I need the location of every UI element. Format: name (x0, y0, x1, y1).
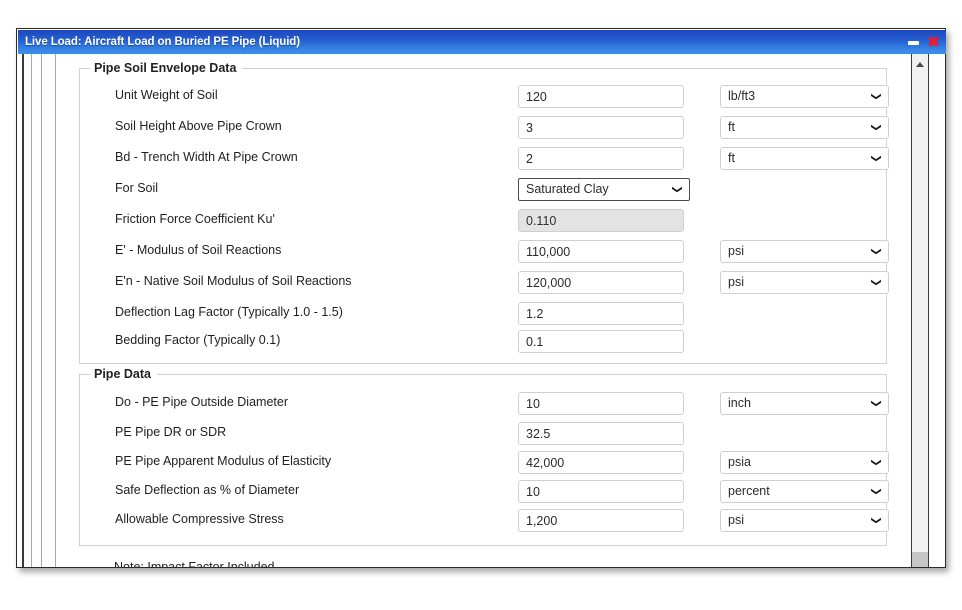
input-pe-pipe-dr-or-sdr[interactable] (518, 422, 684, 445)
row-for-soil: For Soil Saturated Clay ❯ (80, 178, 886, 202)
scroll-up-button[interactable] (912, 56, 928, 72)
window-title: Live Load: Aircraft Load on Buried PE Pi… (18, 36, 300, 48)
form-client-area: Pipe Soil Envelope Data Unit Weight of S… (61, 54, 911, 567)
panel-edge-1 (22, 54, 24, 567)
chevron-down-icon: ❯ (865, 487, 886, 495)
label-bd-trench-width: Bd - Trench Width At Pipe Crown (115, 150, 298, 164)
row-friction-force-coefficient: Friction Force Coefficient Ku' (80, 209, 886, 233)
row-pe-pipe-apparent-modulus: PE Pipe Apparent Modulus of Elasticity p… (80, 451, 886, 475)
label-soil-height-above-pipe-crown: Soil Height Above Pipe Crown (115, 119, 282, 133)
row-pe-pipe-dr-or-sdr: PE Pipe DR or SDR (80, 422, 886, 446)
unit-select-value-p3: percent (728, 484, 770, 498)
chevron-down-icon: ❯ (865, 123, 886, 131)
scrollbar-thumb[interactable] (912, 552, 928, 567)
unit-select-value-1: ft (728, 120, 735, 134)
group-pipe-data: Pipe Data Do - PE Pipe Outside Diameter … (79, 374, 887, 546)
input-allowable-compressive-stress[interactable] (518, 509, 684, 532)
input-do-pe-pipe-outside-diameter[interactable] (518, 392, 684, 415)
unit-select-value-2: ft (728, 151, 735, 165)
scrollbar-track[interactable] (912, 72, 928, 567)
chevron-down-icon: ❯ (865, 92, 886, 100)
input-native-soil-modulus[interactable] (518, 271, 684, 294)
unit-select-safe-deflection[interactable]: percent ❯ (720, 480, 889, 503)
label-allowable-compressive-stress: Allowable Compressive Stress (115, 512, 284, 526)
unit-select-value-0: lb/ft3 (728, 89, 755, 103)
input-bedding-factor[interactable] (518, 330, 684, 353)
dialog-window: Live Load: Aircraft Load on Buried PE Pi… (16, 28, 946, 568)
minimize-button[interactable] (902, 31, 924, 53)
label-for-soil: For Soil (115, 181, 158, 195)
row-deflection-lag-factor: Deflection Lag Factor (Typically 1.0 - 1… (80, 302, 886, 326)
input-safe-deflection[interactable] (518, 480, 684, 503)
close-icon: ✖ (927, 35, 940, 50)
input-pe-pipe-apparent-modulus[interactable] (518, 451, 684, 474)
unit-select-bd-trench-width[interactable]: ft ❯ (720, 147, 889, 170)
vertical-scrollbar[interactable] (911, 54, 929, 567)
unit-select-soil-height[interactable]: ft ❯ (720, 116, 889, 139)
chevron-down-icon: ❯ (865, 247, 886, 255)
unit-select-compressive-stress[interactable]: psi ❯ (720, 509, 889, 532)
row-bd-trench-width-at-pipe-crown: Bd - Trench Width At Pipe Crown ft ❯ (80, 147, 886, 171)
screen-root: { "window": { "title": "Live Load: Aircr… (0, 0, 962, 610)
group-title-soil: Pipe Soil Envelope Data (90, 61, 242, 75)
unit-select-value-6: psi (728, 275, 744, 289)
title-bar[interactable]: Live Load: Aircraft Load on Buried PE Pi… (18, 30, 946, 54)
label-friction-force-coefficient: Friction Force Coefficient Ku' (115, 212, 275, 226)
input-friction-force-coefficient (518, 209, 684, 232)
soil-type-select-value: Saturated Clay (526, 182, 609, 196)
label-modulus-of-soil-reactions: E' - Modulus of Soil Reactions (115, 243, 281, 257)
unit-select-value-p0: inch (728, 396, 751, 410)
group-pipe-soil-envelope-data: Pipe Soil Envelope Data Unit Weight of S… (79, 68, 887, 364)
row-safe-deflection: Safe Deflection as % of Diameter percent… (80, 480, 886, 504)
input-unit-weight-of-soil[interactable] (518, 85, 684, 108)
minimize-icon (908, 41, 919, 45)
row-native-soil-modulus: E'n - Native Soil Modulus of Soil Reacti… (80, 271, 886, 295)
unit-select-native-soil-modulus[interactable]: psi ❯ (720, 271, 889, 294)
unit-select-value-p4: psi (728, 513, 744, 527)
soil-type-select[interactable]: Saturated Clay ❯ (518, 178, 690, 201)
input-modulus-of-soil-reactions[interactable] (518, 240, 684, 263)
input-bd-trench-width[interactable] (518, 147, 684, 170)
label-deflection-lag-factor: Deflection Lag Factor (Typically 1.0 - 1… (115, 305, 343, 319)
row-unit-weight-of-soil: Unit Weight of Soil lb/ft3 ❯ (80, 85, 886, 109)
group-title-pipe-data: Pipe Data (90, 367, 157, 381)
unit-select-unit-weight-of-soil[interactable]: lb/ft3 ❯ (720, 85, 889, 108)
label-native-soil-modulus: E'n - Native Soil Modulus of Soil Reacti… (115, 274, 352, 288)
label-unit-weight-of-soil: Unit Weight of Soil (115, 88, 218, 102)
unit-select-value-5: psi (728, 244, 744, 258)
chevron-down-icon: ❯ (865, 516, 886, 524)
label-pe-pipe-apparent-modulus: PE Pipe Apparent Modulus of Elasticity (115, 454, 331, 468)
label-pe-pipe-dr-or-sdr: PE Pipe DR or SDR (115, 425, 226, 439)
chevron-down-icon: ❯ (865, 278, 886, 286)
panel-edge-4 (55, 54, 56, 567)
chevron-down-icon: ❯ (865, 399, 886, 407)
note-text: Note: Impact Factor Included (114, 560, 275, 567)
unit-select-modulus-of-soil-reactions[interactable]: psi ❯ (720, 240, 889, 263)
unit-select-value-p2: psia (728, 455, 751, 469)
chevron-down-icon: ❯ (865, 154, 886, 162)
panel-edge-3 (41, 54, 42, 567)
chevron-down-icon: ❯ (666, 185, 687, 193)
row-allowable-compressive-stress: Allowable Compressive Stress psi ❯ (80, 509, 886, 533)
row-bedding-factor: Bedding Factor (Typically 0.1) (80, 330, 886, 354)
chevron-up-icon (916, 62, 924, 67)
unit-select-outside-diameter[interactable]: inch ❯ (720, 392, 889, 415)
panel-edge-2 (31, 54, 32, 567)
unit-select-apparent-modulus[interactable]: psia ❯ (720, 451, 889, 474)
row-modulus-of-soil-reactions: E' - Modulus of Soil Reactions psi ❯ (80, 240, 886, 264)
row-do-pe-pipe-outside-diameter: Do - PE Pipe Outside Diameter inch ❯ (80, 392, 886, 416)
chevron-down-icon: ❯ (865, 458, 886, 466)
close-button[interactable]: ✖ (924, 31, 946, 53)
label-do-pe-pipe-outside-diameter: Do - PE Pipe Outside Diameter (115, 395, 288, 409)
label-safe-deflection: Safe Deflection as % of Diameter (115, 483, 299, 497)
row-soil-height-above-pipe-crown: Soil Height Above Pipe Crown ft ❯ (80, 116, 886, 140)
input-soil-height-above-pipe-crown[interactable] (518, 116, 684, 139)
label-bedding-factor: Bedding Factor (Typically 0.1) (115, 333, 280, 347)
panel-fill-outer (18, 54, 60, 567)
input-deflection-lag-factor[interactable] (518, 302, 684, 325)
